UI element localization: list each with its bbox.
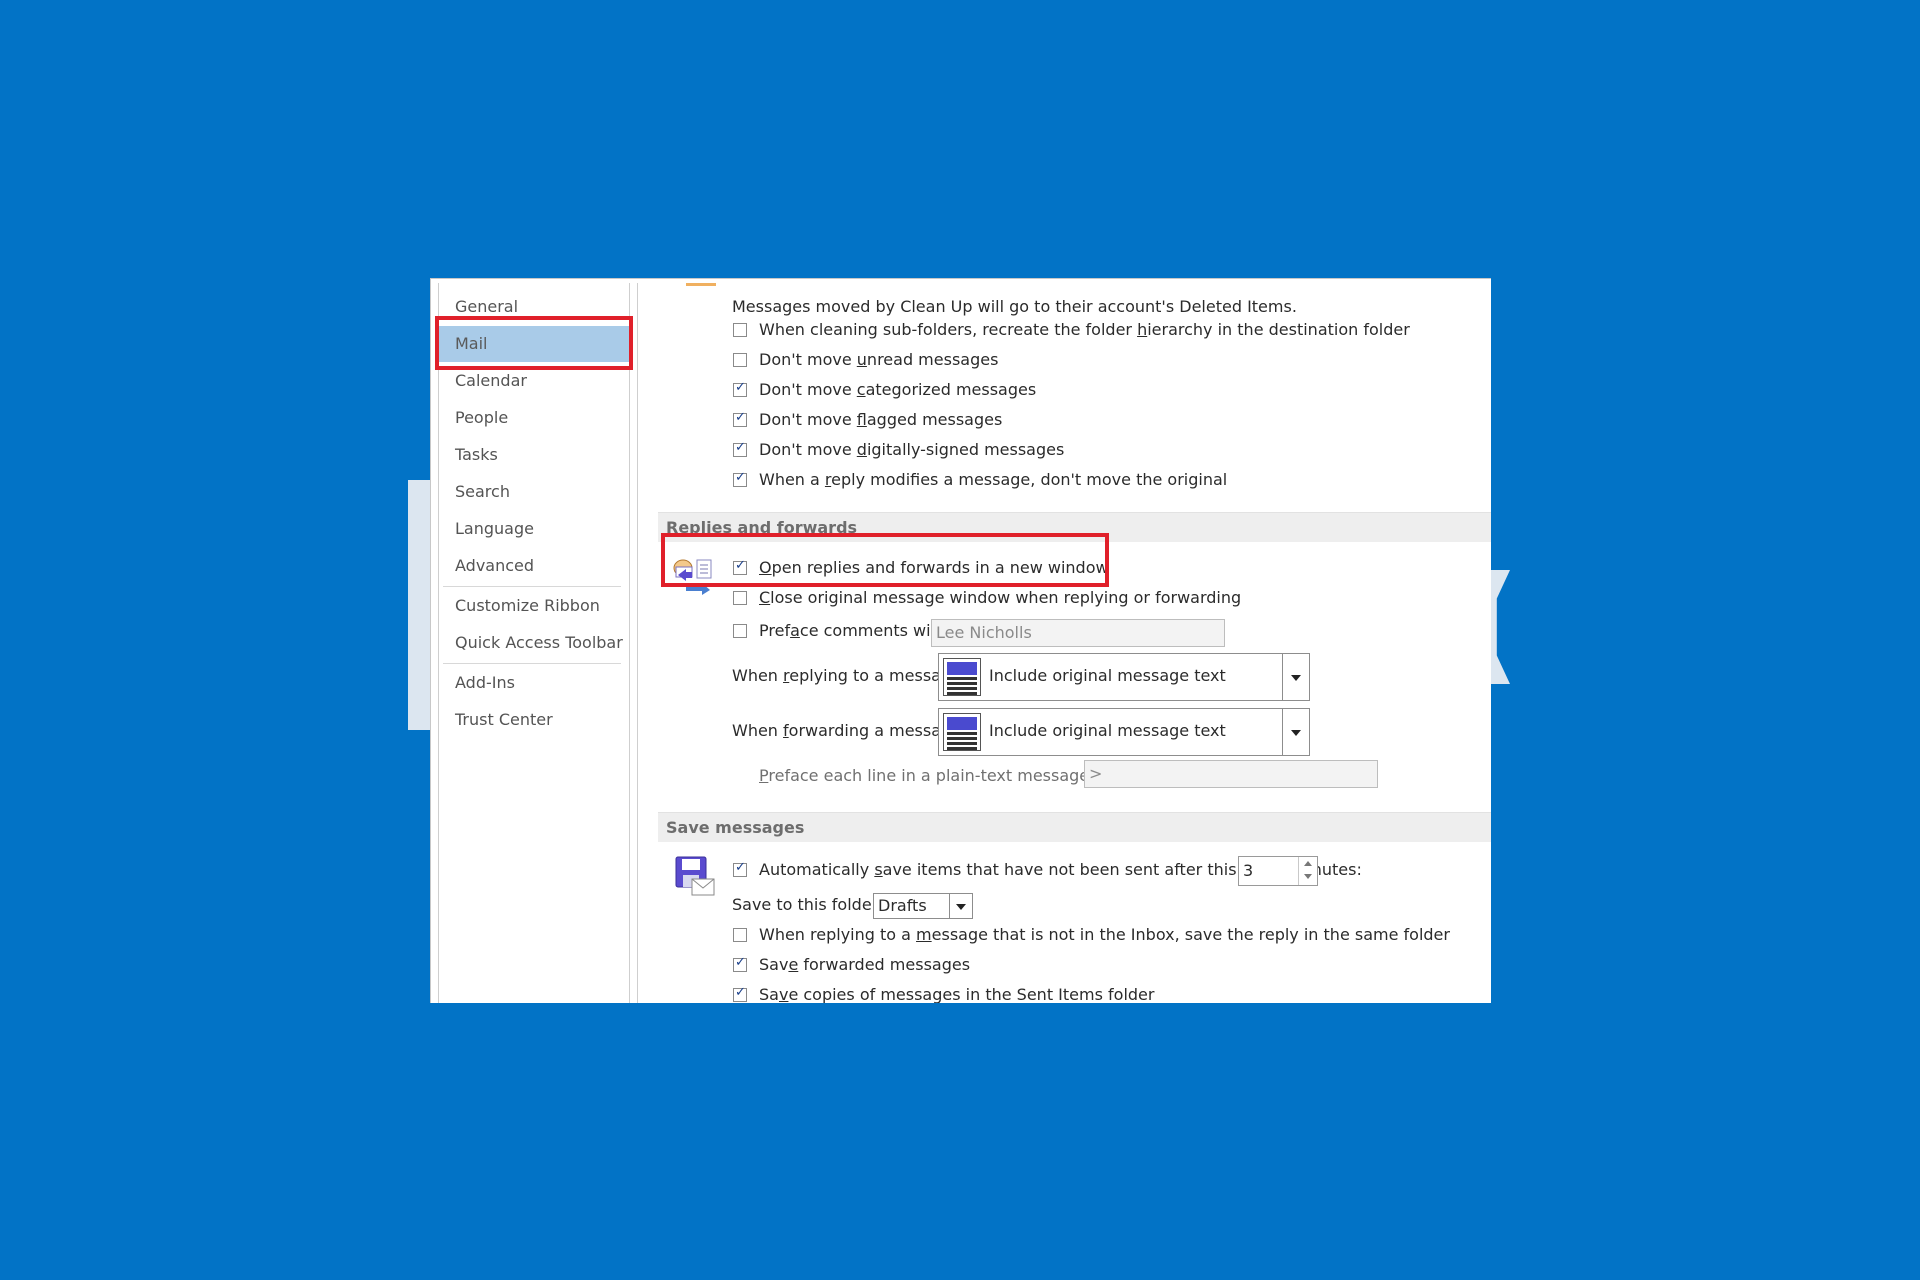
checkbox-dont-move-signed[interactable]	[733, 440, 747, 457]
label-dont-move-categorized: Don't move categorized messages	[759, 380, 1037, 399]
label-preface-each-line: Preface each line in a plain-text messag…	[759, 766, 1134, 785]
checkbox-open-new-window[interactable]	[733, 558, 747, 575]
label-save-forwarded: Save forwarded messages	[759, 955, 971, 974]
background-window-edge-right	[1488, 570, 1510, 684]
section-replies-forwards: Replies and forwards	[658, 512, 1491, 542]
checkbox-recreate-hierarchy[interactable]	[733, 323, 747, 337]
when-forwarding-dropdown[interactable]: Include original message text	[938, 708, 1310, 756]
checkbox-reply-same-folder[interactable]	[733, 928, 747, 942]
label-reply-modifies: When a reply modifies a message, don't m…	[759, 470, 1228, 489]
when-replying-dropdown[interactable]: Include original message text	[938, 653, 1310, 701]
sidebar-item-calendar[interactable]: Calendar	[439, 363, 629, 399]
save-folder-dropdown[interactable]: Drafts	[873, 893, 973, 919]
options-sidebar: General Mail Calendar People Tasks Searc…	[438, 283, 630, 1003]
sidebar-divider	[443, 663, 621, 664]
sidebar-item-tasks[interactable]: Tasks	[439, 437, 629, 473]
sidebar-item-people[interactable]: People	[439, 400, 629, 436]
sidebar-item-add-ins[interactable]: Add-Ins	[439, 665, 629, 701]
save-messages-icon	[675, 856, 715, 896]
checkbox-save-forwarded[interactable]	[733, 955, 747, 972]
checkbox-dont-move-flagged[interactable]	[733, 410, 747, 427]
label-preface-comments: Preface comments with:	[759, 621, 953, 640]
include-original-text-icon	[943, 658, 981, 696]
sidebar-item-advanced[interactable]: Advanced	[439, 548, 629, 584]
sidebar-item-mail[interactable]: Mail	[439, 326, 629, 362]
label-when-forwarding: When forwarding a message:	[732, 721, 967, 740]
save-folder-value: Drafts	[878, 896, 927, 915]
sidebar-item-customize-ribbon[interactable]: Customize Ribbon	[439, 588, 629, 624]
cleanup-icon-fragment	[686, 283, 716, 286]
label-save-to-folder: Save to this folder:	[732, 895, 884, 914]
label-open-new-window: Open replies and forwards in a new windo…	[759, 558, 1109, 577]
sidebar-item-language[interactable]: Language	[439, 511, 629, 547]
sidebar-item-trust-center[interactable]: Trust Center	[439, 702, 629, 738]
chevron-down-icon[interactable]	[949, 894, 972, 918]
preface-comments-input[interactable]: Lee Nicholls	[931, 619, 1225, 647]
sidebar-divider	[443, 586, 621, 587]
checkbox-save-sent-copies[interactable]	[733, 985, 747, 1002]
include-original-text-icon	[943, 713, 981, 751]
label-dont-move-signed: Don't move digitally-signed messages	[759, 440, 1065, 459]
chevron-down-icon[interactable]	[1282, 709, 1309, 755]
spinner-up-icon[interactable]	[1299, 857, 1317, 871]
replies-forwards-icon	[673, 559, 712, 595]
section-save-messages: Save messages	[658, 812, 1491, 842]
checkbox-close-original[interactable]	[733, 591, 747, 605]
sidebar-item-general[interactable]: General	[439, 289, 629, 325]
checkbox-dont-move-categorized[interactable]	[733, 380, 747, 397]
when-forwarding-value: Include original message text	[989, 721, 1226, 740]
checkbox-preface-comments[interactable]	[733, 624, 747, 638]
checkbox-auto-save[interactable]	[733, 860, 747, 877]
checkbox-reply-modifies[interactable]	[733, 470, 747, 487]
label-save-sent-copies: Save copies of messages in the Sent Item…	[759, 985, 1155, 1003]
label-recreate-hierarchy: When cleaning sub-folders, recreate the …	[759, 320, 1410, 339]
spinner-buttons	[1298, 857, 1317, 885]
cleanup-note: Messages moved by Clean Up will go to th…	[732, 297, 1297, 316]
label-dont-move-flagged: Don't move flagged messages	[759, 410, 1003, 429]
label-reply-same-folder: When replying to a message that is not i…	[759, 925, 1450, 944]
outlook-options-dialog: General Mail Calendar People Tasks Searc…	[430, 278, 1491, 1003]
when-replying-value: Include original message text	[989, 666, 1226, 685]
auto-save-minutes-spinner[interactable]: 3	[1238, 856, 1318, 886]
sidebar-item-quick-access-toolbar[interactable]: Quick Access Toolbar	[439, 625, 629, 661]
chevron-down-icon[interactable]	[1282, 654, 1309, 700]
auto-save-minutes-value: 3	[1243, 861, 1254, 880]
preface-each-line-input[interactable]: >	[1084, 760, 1378, 788]
label-dont-move-unread: Don't move unread messages	[759, 350, 999, 369]
checkbox-dont-move-unread[interactable]	[733, 353, 747, 367]
label-close-original: Close original message window when reply…	[759, 588, 1242, 607]
spinner-down-icon[interactable]	[1299, 871, 1317, 885]
background-window-edge-left	[408, 480, 432, 730]
sidebar-item-search[interactable]: Search	[439, 474, 629, 510]
label-when-replying: When replying to a message:	[732, 666, 967, 685]
mail-options-panel: Messages moved by Clean Up will go to th…	[637, 283, 1491, 1003]
